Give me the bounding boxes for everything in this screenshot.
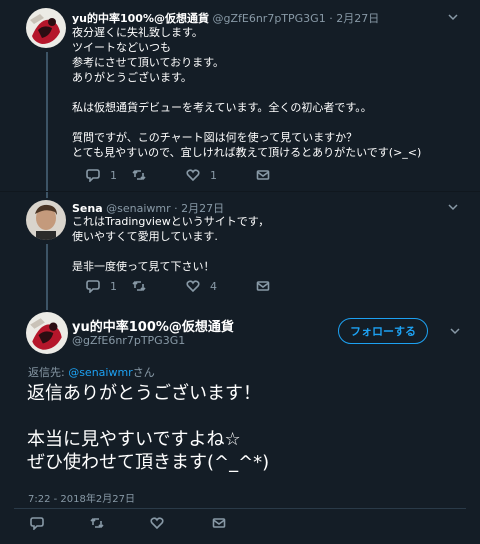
reply-icon: [30, 517, 44, 530]
tweet-actions: 1 1: [86, 168, 286, 184]
message-icon: [212, 518, 226, 528]
thread-line: [46, 52, 48, 196]
reply-count: 1: [110, 279, 117, 293]
thread-line: [46, 192, 48, 198]
like-icon: [186, 169, 200, 182]
retweet-button[interactable]: [90, 516, 104, 530]
tweet-header: yu的中率100%@仮想通貨 @gZfE6nr7pTPG3G1 · 2月27日: [72, 10, 379, 26]
retweet-icon: [132, 280, 146, 292]
thread-line: [46, 304, 48, 310]
avatar[interactable]: [26, 200, 66, 240]
message-icon: [256, 281, 270, 291]
tweet-timestamp[interactable]: 7:22 - 2018年2月27日: [28, 490, 135, 505]
reply-to: 返信先: @senaiwmrさん: [28, 364, 155, 380]
reply-button[interactable]: 1: [86, 279, 117, 293]
avatar[interactable]: [26, 8, 66, 48]
retweet-icon: [90, 517, 104, 529]
message-button[interactable]: [212, 516, 226, 530]
main-author-handle[interactable]: @gZfE6nr7pTPG3G1: [72, 334, 185, 347]
reply-icon: [86, 280, 100, 293]
like-icon: [186, 280, 200, 293]
like-count: 1: [210, 168, 217, 182]
separator: ·: [329, 12, 333, 25]
tweet-2[interactable]: Sena @senaiwmr · 2月27日 これはTradingviewという…: [0, 192, 480, 304]
tweet-1[interactable]: yu的中率100%@仮想通貨 @gZfE6nr7pTPG3G1 · 2月27日 …: [0, 0, 480, 196]
divider: [14, 508, 466, 509]
like-button[interactable]: 4: [186, 279, 217, 293]
tweet-actions: 1 4: [86, 279, 286, 295]
like-count: 4: [210, 279, 217, 293]
main-tweet-text: 返信ありがとうございます！ 本当に見やすいですよね☆ ぜひ使わせて頂きます(^_…: [27, 383, 270, 473]
main-tweet-actions: [30, 516, 230, 532]
follow-button[interactable]: フォローする: [338, 318, 428, 344]
message-button[interactable]: [256, 279, 270, 293]
main-author-name[interactable]: yu的中率100%@仮想通貨: [72, 316, 234, 335]
avatar[interactable]: [26, 312, 68, 354]
tweet-text: これはTradingviewというサイトです， 使いやすくて愛用しています. 是…: [72, 215, 270, 273]
chevron-down-icon[interactable]: [448, 12, 458, 22]
tweet-text: 夜分遅くに失礼致します。 ツイートなどいつも 参考にさせて頂いております。 あり…: [72, 26, 422, 159]
chevron-down-icon[interactable]: [448, 202, 458, 212]
reply-icon: [86, 169, 100, 182]
author-handle[interactable]: @gZfE6nr7pTPG3G1: [212, 12, 325, 25]
reply-to-suffix: さん: [132, 366, 155, 379]
like-button[interactable]: 1: [186, 168, 217, 182]
message-button[interactable]: [256, 168, 270, 182]
retweet-button[interactable]: [132, 168, 156, 182]
message-icon: [256, 170, 270, 180]
reply-button[interactable]: 1: [86, 168, 117, 182]
like-icon: [150, 517, 164, 530]
retweet-icon: [132, 169, 146, 181]
reply-to-handle[interactable]: @senaiwmr: [68, 366, 133, 379]
thread-line: [46, 244, 48, 304]
reply-to-prefix: 返信先:: [28, 366, 69, 379]
like-button[interactable]: [150, 516, 164, 530]
reply-button[interactable]: [30, 516, 44, 530]
tweet-date[interactable]: 2月27日: [336, 12, 379, 25]
author-name[interactable]: yu的中率100%@仮想通貨: [72, 12, 209, 25]
retweet-button[interactable]: [132, 279, 156, 293]
chevron-down-icon[interactable]: [450, 326, 460, 336]
reply-count: 1: [110, 168, 117, 182]
